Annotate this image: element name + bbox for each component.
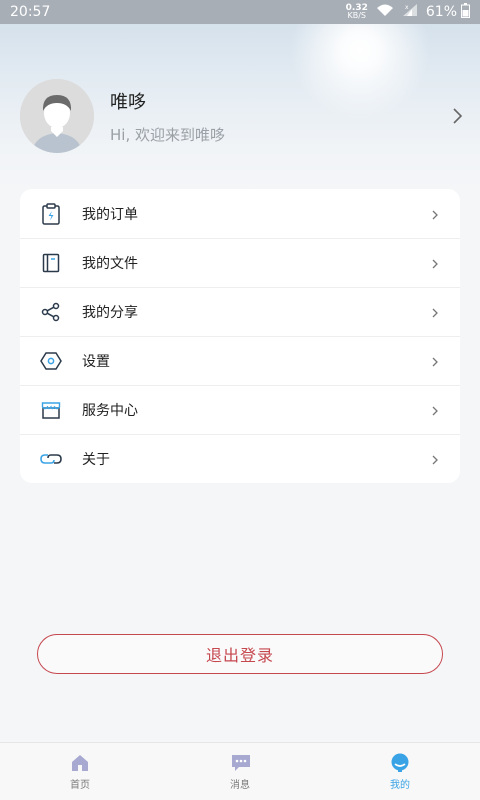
menu-item-settings[interactable]: 设置 (20, 336, 460, 385)
default-avatar-icon (20, 79, 94, 153)
chevron-right-icon (430, 354, 440, 368)
status-time: 20:57 (10, 4, 51, 20)
wifi-icon (376, 3, 394, 21)
settings-hexagon-icon (40, 350, 62, 372)
profile-icon (390, 753, 410, 773)
menu-label: 我的文件 (82, 256, 138, 272)
signal-icon: x (402, 3, 418, 21)
menu-label: 服务中心 (82, 403, 138, 419)
screen: 20:57 0.32 KB/S x 61% 唯哆 Hi, 欢迎来到唯哆 我的订单… (0, 0, 480, 800)
chevron-right-icon (430, 305, 440, 319)
net-speed-unit: KB/S (347, 11, 367, 20)
menu-item-service-center[interactable]: 服务中心 (20, 385, 460, 434)
message-icon (230, 753, 250, 773)
status-right: 0.32 KB/S x 61% (346, 2, 470, 22)
chevron-right-icon (430, 403, 440, 417)
menu-item-orders[interactable]: 我的订单 (20, 189, 460, 238)
chevron-right-icon (430, 256, 440, 270)
net-speed: 0.32 KB/S (346, 4, 368, 20)
link-icon (40, 448, 62, 470)
clipboard-icon (40, 202, 62, 225)
battery-icon (461, 2, 470, 22)
battery-percent: 61% (425, 4, 457, 20)
tab-profile[interactable]: 我的 (320, 743, 480, 800)
menu-label: 设置 (82, 354, 110, 370)
profile-header[interactable]: 唯哆 Hi, 欢迎来到唯哆 (20, 79, 465, 153)
profile-name: 唯哆 (110, 91, 146, 113)
menu-card: 我的订单 我的文件 我的分享 设置 服务中心 关于 (20, 189, 460, 483)
tab-label: 我的 (390, 780, 410, 791)
menu-label: 我的分享 (82, 305, 138, 321)
avatar[interactable] (20, 79, 94, 153)
svg-text:x: x (405, 4, 409, 11)
home-icon (70, 753, 90, 773)
tab-messages[interactable]: 消息 (160, 743, 320, 800)
menu-item-files[interactable]: 我的文件 (20, 238, 460, 287)
share-icon (40, 301, 62, 323)
bottom-tab-bar: 首页 消息 我的 (0, 742, 480, 800)
tab-home[interactable]: 首页 (0, 743, 160, 800)
tab-label: 首页 (70, 780, 90, 791)
chevron-right-icon (430, 207, 440, 221)
menu-label: 关于 (82, 452, 110, 468)
menu-label: 我的订单 (82, 206, 138, 223)
logout-button[interactable]: 退出登录 (37, 634, 443, 674)
notebook-icon (40, 252, 62, 274)
battery: 61% (425, 2, 470, 22)
profile-subtitle: Hi, 欢迎来到唯哆 (110, 125, 225, 144)
chevron-right-icon (430, 452, 440, 466)
chevron-right-icon[interactable] (451, 106, 465, 126)
menu-item-about[interactable]: 关于 (20, 434, 460, 483)
status-bar: 20:57 0.32 KB/S x 61% (0, 0, 480, 24)
store-icon (40, 399, 62, 421)
tab-label: 消息 (230, 780, 250, 791)
menu-item-share[interactable]: 我的分享 (20, 287, 460, 336)
profile-text: 唯哆 Hi, 欢迎来到唯哆 (110, 88, 451, 145)
